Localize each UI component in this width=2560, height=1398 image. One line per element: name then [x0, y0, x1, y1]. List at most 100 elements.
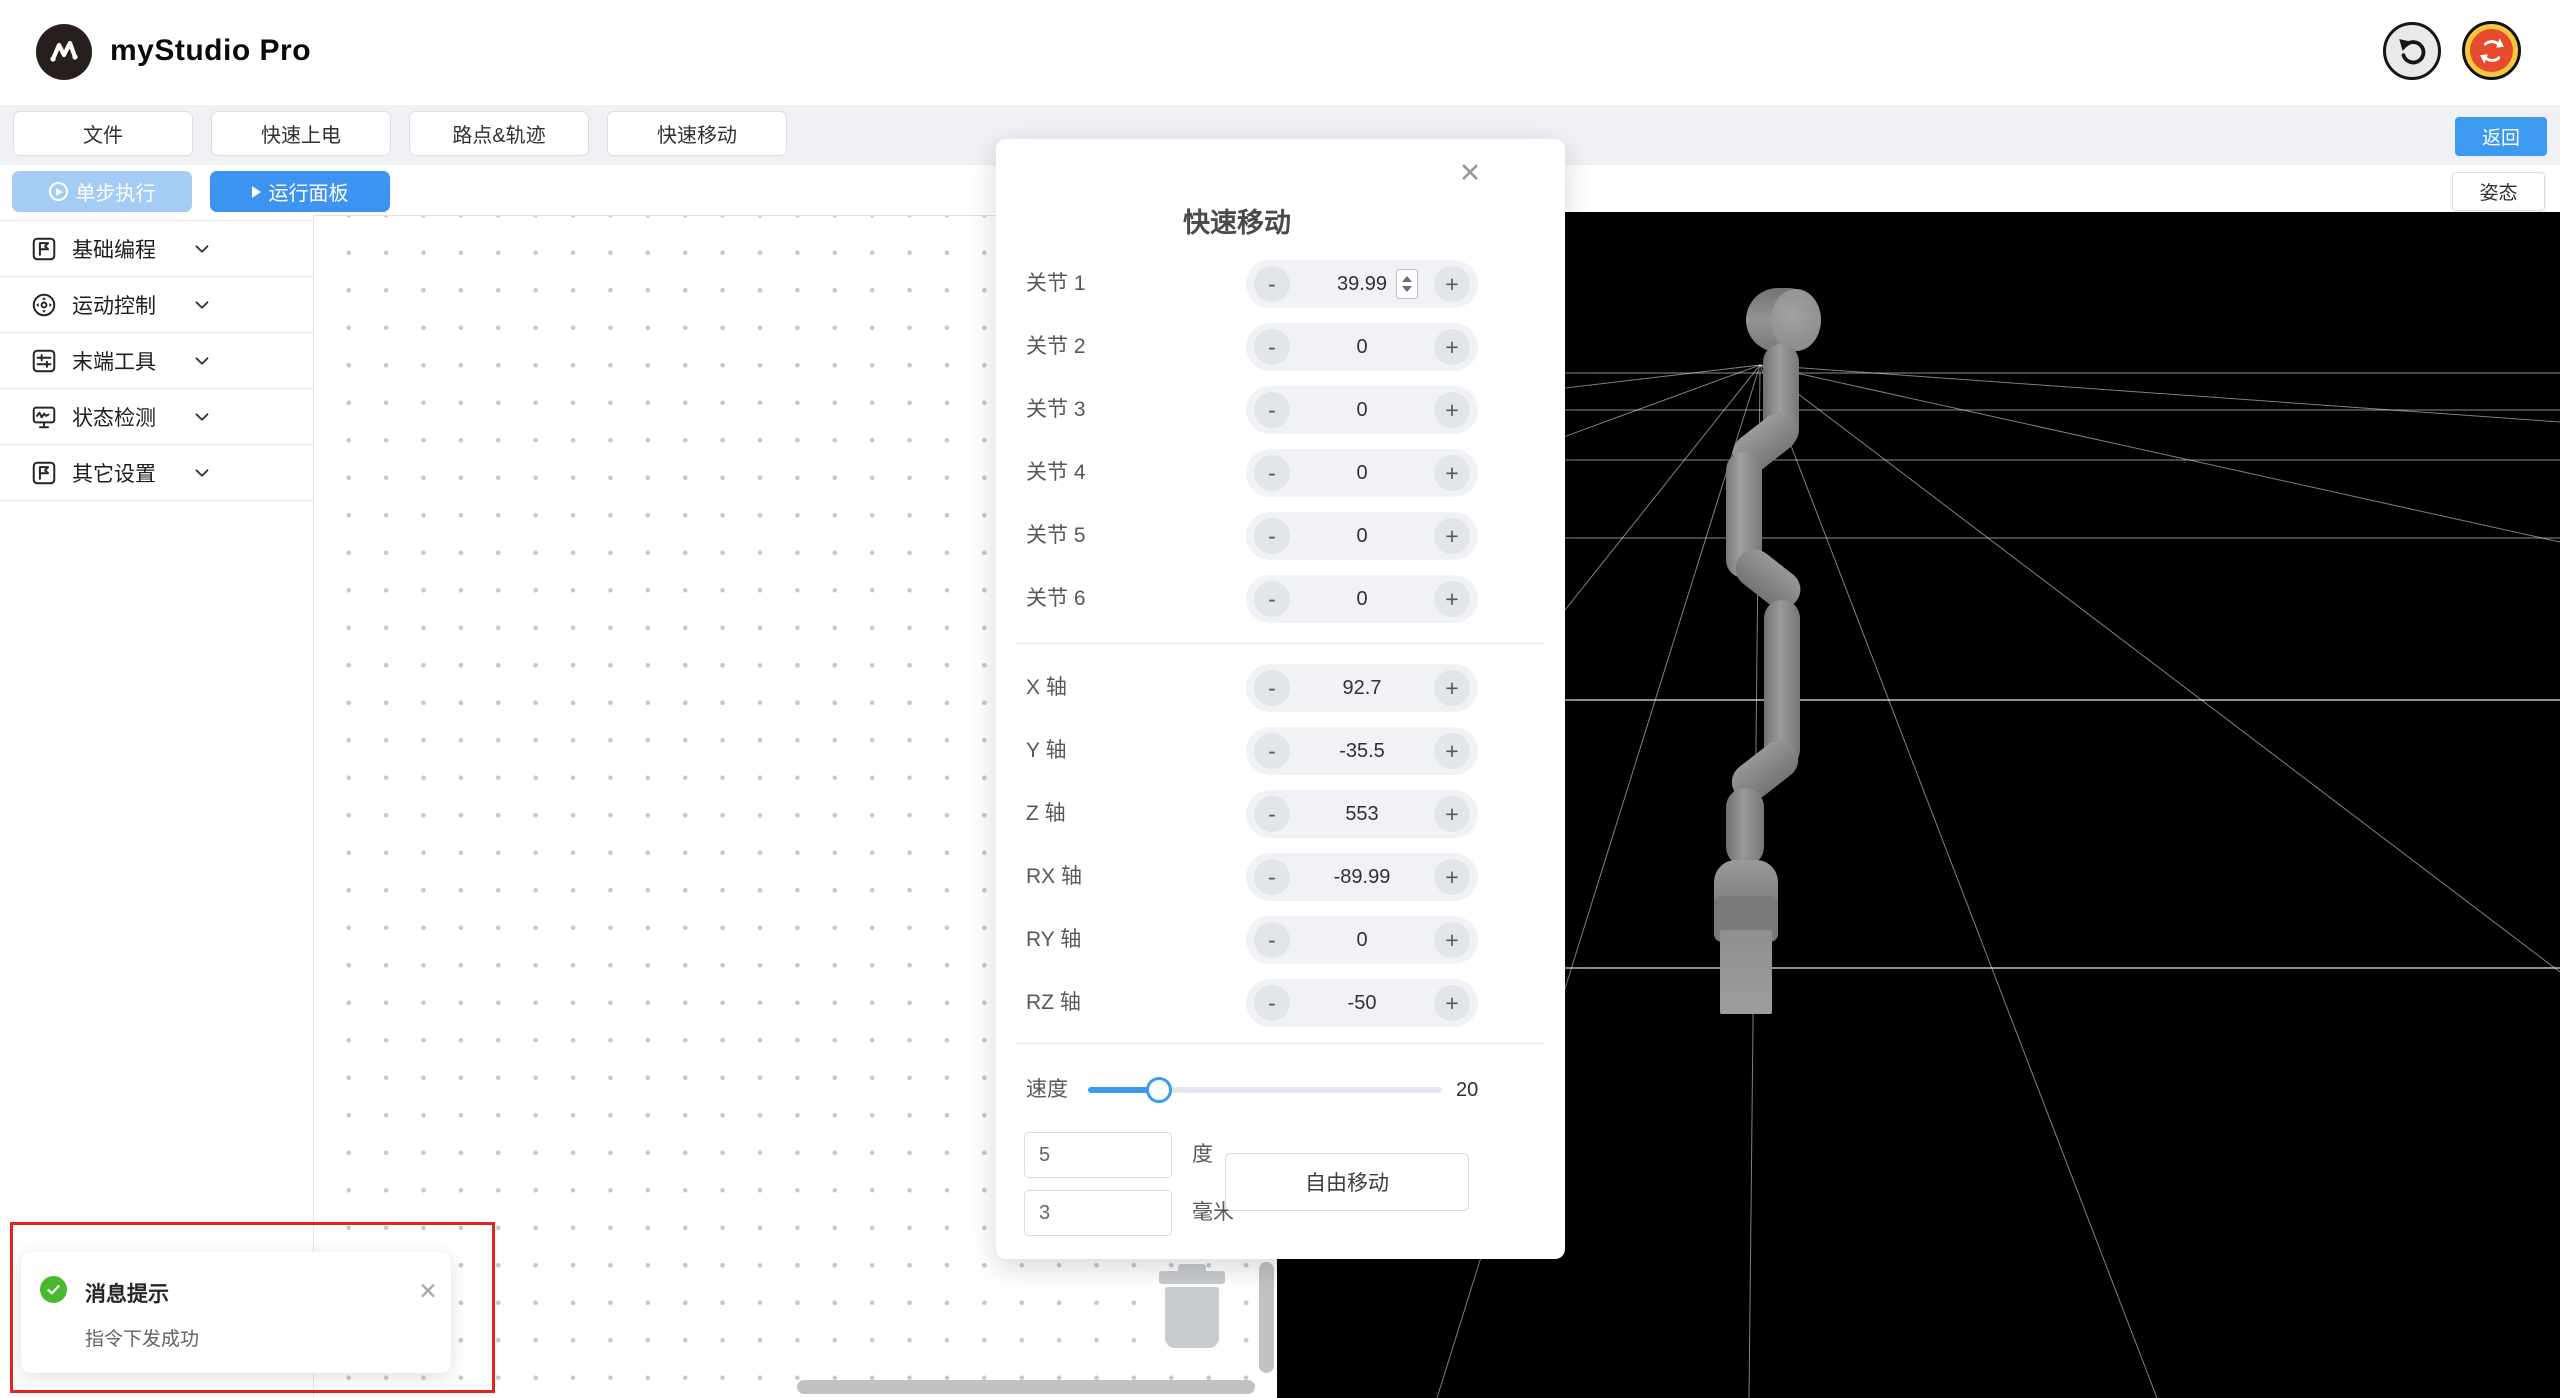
chevron-down-icon: [190, 349, 214, 373]
decrement-button[interactable]: -: [1254, 985, 1290, 1021]
trash-icon[interactable]: [1158, 1264, 1226, 1348]
value-stepper: - 0 +: [1246, 386, 1478, 434]
dpad-icon: [29, 290, 59, 320]
dialog-control-row: Z 轴 - 553 +: [996, 790, 1565, 838]
value-display[interactable]: -89.99: [1292, 853, 1432, 901]
value-stepper: - 0 +: [1246, 323, 1478, 371]
step-run-button[interactable]: 单步执行: [12, 171, 192, 212]
increment-button[interactable]: +: [1434, 796, 1470, 832]
increment-button[interactable]: +: [1434, 266, 1470, 302]
speed-slider[interactable]: [1088, 1077, 1442, 1103]
sidebar-item-basic-programming[interactable]: 基础编程: [0, 220, 313, 277]
row-label: 关节 1: [1026, 272, 1086, 295]
row-label: Y 轴: [1026, 739, 1067, 762]
tab-file[interactable]: 文件: [13, 111, 193, 156]
value-display[interactable]: 553: [1292, 790, 1432, 838]
sidebar-item-other-settings[interactable]: 其它设置: [0, 445, 313, 501]
increment-button[interactable]: +: [1434, 329, 1470, 365]
angle-step-input[interactable]: [1024, 1132, 1172, 1178]
app-logo: [36, 24, 92, 80]
run-panel-label: 运行面板: [268, 183, 349, 205]
value-stepper: - 0 +: [1246, 575, 1478, 623]
row-label: X 轴: [1026, 676, 1067, 699]
row-label: RZ 轴: [1026, 991, 1081, 1014]
decrement-button[interactable]: -: [1254, 733, 1290, 769]
header: myStudio Pro: [0, 0, 2560, 105]
return-button[interactable]: 返回: [2455, 117, 2547, 156]
dialog-control-row: RX 轴 - -89.99 +: [996, 853, 1565, 901]
vertical-scrollbar[interactable]: [1259, 1262, 1274, 1373]
horizontal-scrollbar[interactable]: [797, 1380, 1255, 1394]
value-display[interactable]: 0: [1292, 575, 1432, 623]
decrement-button[interactable]: -: [1254, 581, 1290, 617]
increment-button[interactable]: +: [1434, 985, 1470, 1021]
divider: [1016, 643, 1545, 644]
decrement-button[interactable]: -: [1254, 392, 1290, 428]
pose-button[interactable]: 姿态: [2452, 172, 2545, 211]
value-display[interactable]: 92.7: [1292, 664, 1432, 712]
chevron-down-icon: [190, 237, 214, 261]
sidebar-list: 基础编程 运动控制 末端工具 状态检测 其它设置: [0, 220, 313, 501]
value-display[interactable]: 0: [1292, 916, 1432, 964]
row-label: 关节 5: [1026, 524, 1086, 547]
emergency-stop-button[interactable]: [2462, 21, 2521, 80]
sidebar-item-end-tool[interactable]: 末端工具: [0, 333, 313, 389]
tab-waypoints[interactable]: 路点&轨迹: [409, 111, 589, 156]
increment-button[interactable]: +: [1434, 859, 1470, 895]
value-display[interactable]: -35.5: [1292, 727, 1432, 775]
run-panel-button[interactable]: 运行面板: [210, 171, 390, 212]
decrement-button[interactable]: -: [1254, 670, 1290, 706]
number-spinner[interactable]: [1396, 269, 1418, 299]
increment-button[interactable]: +: [1434, 581, 1470, 617]
decrement-button[interactable]: -: [1254, 922, 1290, 958]
sidebar-item-status-monitor[interactable]: 状态检测: [0, 389, 313, 445]
sidebar-item-motion-control[interactable]: 运动控制: [0, 277, 313, 333]
value-display[interactable]: 0: [1292, 323, 1432, 371]
increment-button[interactable]: +: [1434, 922, 1470, 958]
increment-button[interactable]: +: [1434, 733, 1470, 769]
divider: [1016, 1043, 1545, 1044]
tab-quick-power[interactable]: 快速上电: [211, 111, 391, 156]
robot-base: [1720, 930, 1772, 1014]
message-toast: 消息提示 ✕ 指令下发成功: [21, 1252, 451, 1373]
increment-button[interactable]: +: [1434, 518, 1470, 554]
value-stepper: - 39.99 +: [1246, 260, 1478, 308]
decrement-button[interactable]: -: [1254, 455, 1290, 491]
undo-button[interactable]: [2383, 22, 2441, 80]
sliders-icon: [29, 346, 59, 376]
sidebar-item-label: 运动控制: [72, 294, 156, 318]
close-icon[interactable]: ✕: [1452, 155, 1488, 191]
dialog-control-row: 关节 1 - 39.99 +: [996, 260, 1565, 308]
tab-quick-move[interactable]: 快速移动: [607, 111, 787, 156]
angle-unit-label: 度: [1192, 1143, 1213, 1166]
spinner-up-icon: [1402, 276, 1412, 282]
decrement-button[interactable]: -: [1254, 796, 1290, 832]
increment-button[interactable]: +: [1434, 392, 1470, 428]
quick-move-dialog: ✕ 快速移动 关节 1 - 39.99 + 关节 2 - 0 + 关节 3 - …: [996, 139, 1565, 1259]
value-display[interactable]: -50: [1292, 979, 1432, 1027]
close-icon[interactable]: ✕: [413, 1276, 443, 1306]
row-label: 关节 4: [1026, 461, 1086, 484]
value-display[interactable]: 0: [1292, 386, 1432, 434]
decrement-button[interactable]: -: [1254, 329, 1290, 365]
decrement-button[interactable]: -: [1254, 518, 1290, 554]
increment-button[interactable]: +: [1434, 670, 1470, 706]
value-display[interactable]: 0: [1292, 449, 1432, 497]
monitor-wave-icon: [29, 402, 59, 432]
chevron-down-icon: [190, 461, 214, 485]
toast-message: 指令下发成功: [85, 1329, 200, 1350]
row-label: Z 轴: [1026, 802, 1066, 825]
flag-icon: [29, 458, 59, 488]
decrement-button[interactable]: -: [1254, 266, 1290, 302]
distance-step-input[interactable]: [1024, 1190, 1172, 1236]
increment-button[interactable]: +: [1434, 455, 1470, 491]
value-display[interactable]: 0: [1292, 512, 1432, 560]
joint-rows: 关节 1 - 39.99 + 关节 2 - 0 + 关节 3 - 0 + 关节 …: [996, 260, 1565, 638]
decrement-button[interactable]: -: [1254, 859, 1290, 895]
free-move-button[interactable]: 自由移动: [1225, 1153, 1469, 1211]
toast-title: 消息提示: [85, 1283, 169, 1306]
row-label: RX 轴: [1026, 865, 1083, 888]
row-label: RY 轴: [1026, 928, 1082, 951]
row-label: 关节 3: [1026, 398, 1086, 421]
speed-slider-handle[interactable]: [1146, 1077, 1172, 1103]
